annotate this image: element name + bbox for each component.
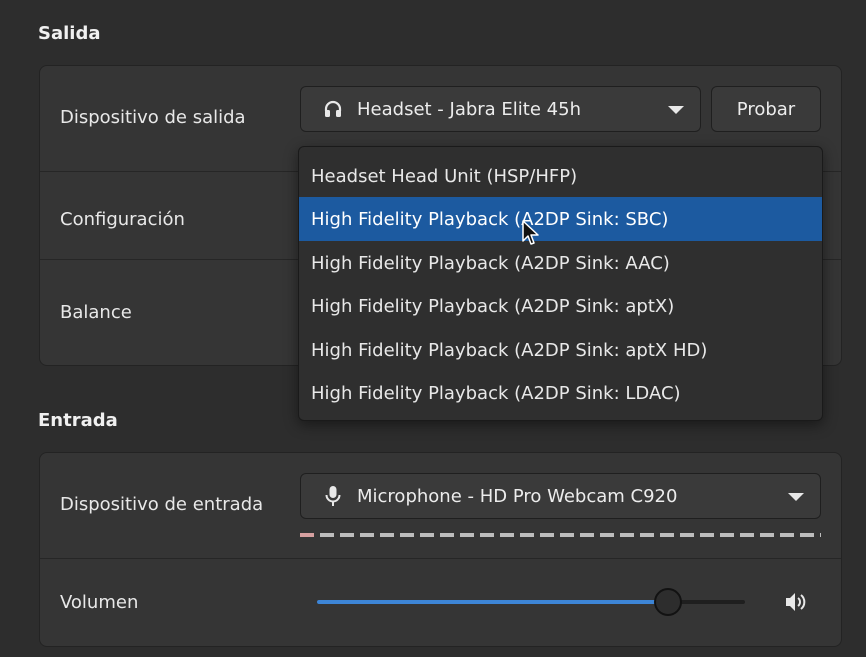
profile-option-aac[interactable]: High Fidelity Playback (A2DP Sink: AAC): [299, 241, 822, 285]
output-device-dropdown[interactable]: Headset - Jabra Elite 45h: [300, 86, 701, 132]
input-section-title: Entrada: [38, 410, 118, 431]
profile-option-aptx[interactable]: High Fidelity Playback (A2DP Sink: aptX): [299, 284, 822, 328]
configuration-label: Configuración: [60, 209, 185, 230]
volume-label: Volumen: [60, 592, 139, 613]
profile-option-aptx-hd[interactable]: High Fidelity Playback (A2DP Sink: aptX …: [299, 328, 822, 372]
test-button[interactable]: Probar: [711, 86, 821, 132]
output-device-label: Dispositivo de salida: [60, 107, 246, 128]
input-level-meter: [300, 533, 821, 537]
input-device-label: Dispositivo de entrada: [60, 494, 264, 515]
input-level-peak: [300, 533, 314, 537]
input-device-dropdown[interactable]: Microphone - HD Pro Webcam C920: [300, 473, 821, 519]
headphones-icon: [323, 98, 343, 120]
output-section-title: Salida: [38, 23, 101, 44]
chevron-down-icon: [668, 106, 684, 114]
speaker-volume-icon[interactable]: [784, 591, 808, 613]
chevron-down-icon: [788, 493, 804, 501]
mouse-pointer-icon: [522, 220, 539, 245]
input-device-value: Microphone - HD Pro Webcam C920: [357, 485, 678, 507]
profile-option-ldac[interactable]: High Fidelity Playback (A2DP Sink: LDAC): [299, 371, 822, 415]
profile-dropdown-menu: Headset Head Unit (HSP/HFP) High Fidelit…: [298, 146, 823, 421]
microphone-icon: [323, 485, 343, 507]
volume-slider[interactable]: [317, 588, 745, 616]
volume-slider-handle[interactable]: [653, 588, 682, 616]
output-device-value: Headset - Jabra Elite 45h: [357, 98, 581, 120]
profile-option-sbc[interactable]: High Fidelity Playback (A2DP Sink: SBC): [299, 197, 822, 241]
profile-option-hsp[interactable]: Headset Head Unit (HSP/HFP): [299, 154, 822, 198]
balance-label: Balance: [60, 302, 132, 323]
volume-slider-fill: [317, 600, 668, 604]
